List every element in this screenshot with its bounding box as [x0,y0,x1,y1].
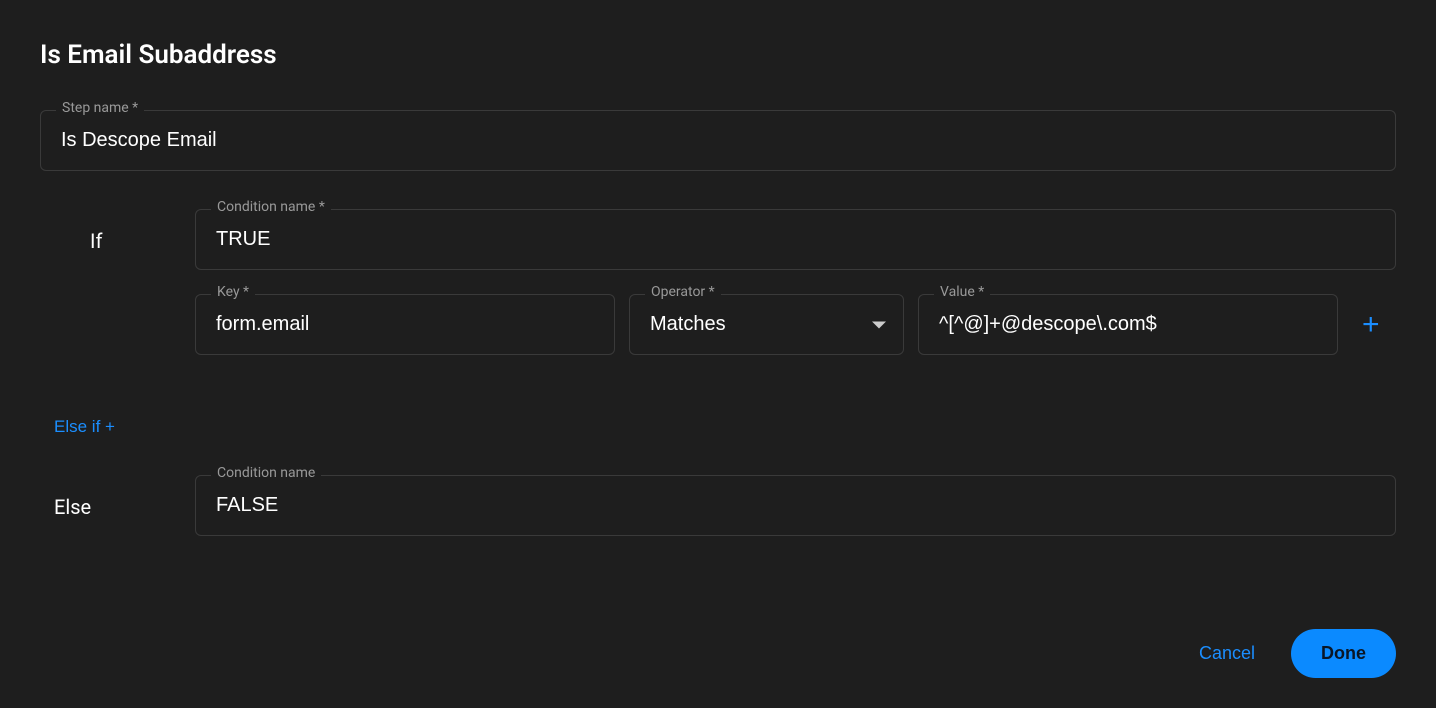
value-field: Value * [918,294,1338,355]
operator-field: Operator * [629,294,904,355]
value-label: Value * [934,284,990,300]
if-condition-name-input[interactable] [195,209,1396,270]
if-condition-name-label: Condition name * [211,199,331,215]
condition-dialog: Is Email Subaddress Step name * If Condi… [0,0,1436,708]
rule-row: Key * Operator * Value * + [195,294,1396,355]
cancel-button[interactable]: Cancel [1187,633,1267,674]
else-if-button[interactable]: Else if + [54,409,115,445]
else-label: Else [40,475,195,519]
else-content: Condition name [195,475,1396,560]
add-rule-button[interactable]: + [1352,302,1390,348]
value-input[interactable] [918,294,1338,355]
key-field: Key * [195,294,615,355]
if-label: If [40,209,195,253]
dialog-title: Is Email Subaddress [40,40,1396,70]
else-condition-name-input[interactable] [195,475,1396,536]
key-input[interactable] [195,294,615,355]
done-button[interactable]: Done [1291,629,1396,678]
step-name-input[interactable] [40,110,1396,171]
step-name-label: Step name * [56,100,144,116]
if-content: Condition name * Key * Operator * Value … [195,209,1396,355]
key-label: Key * [211,284,255,300]
else-condition-name-field: Condition name [195,475,1396,536]
operator-select[interactable] [629,294,904,355]
else-condition-name-label: Condition name [211,465,321,481]
else-block: Else Condition name [40,475,1396,560]
dialog-actions: Cancel Done [1187,629,1396,678]
step-name-field: Step name * [40,110,1396,171]
operator-label: Operator * [645,284,721,300]
if-block: If Condition name * Key * Operator * [40,209,1396,355]
if-condition-name-field: Condition name * [195,209,1396,270]
plus-icon: + [1362,308,1380,341]
